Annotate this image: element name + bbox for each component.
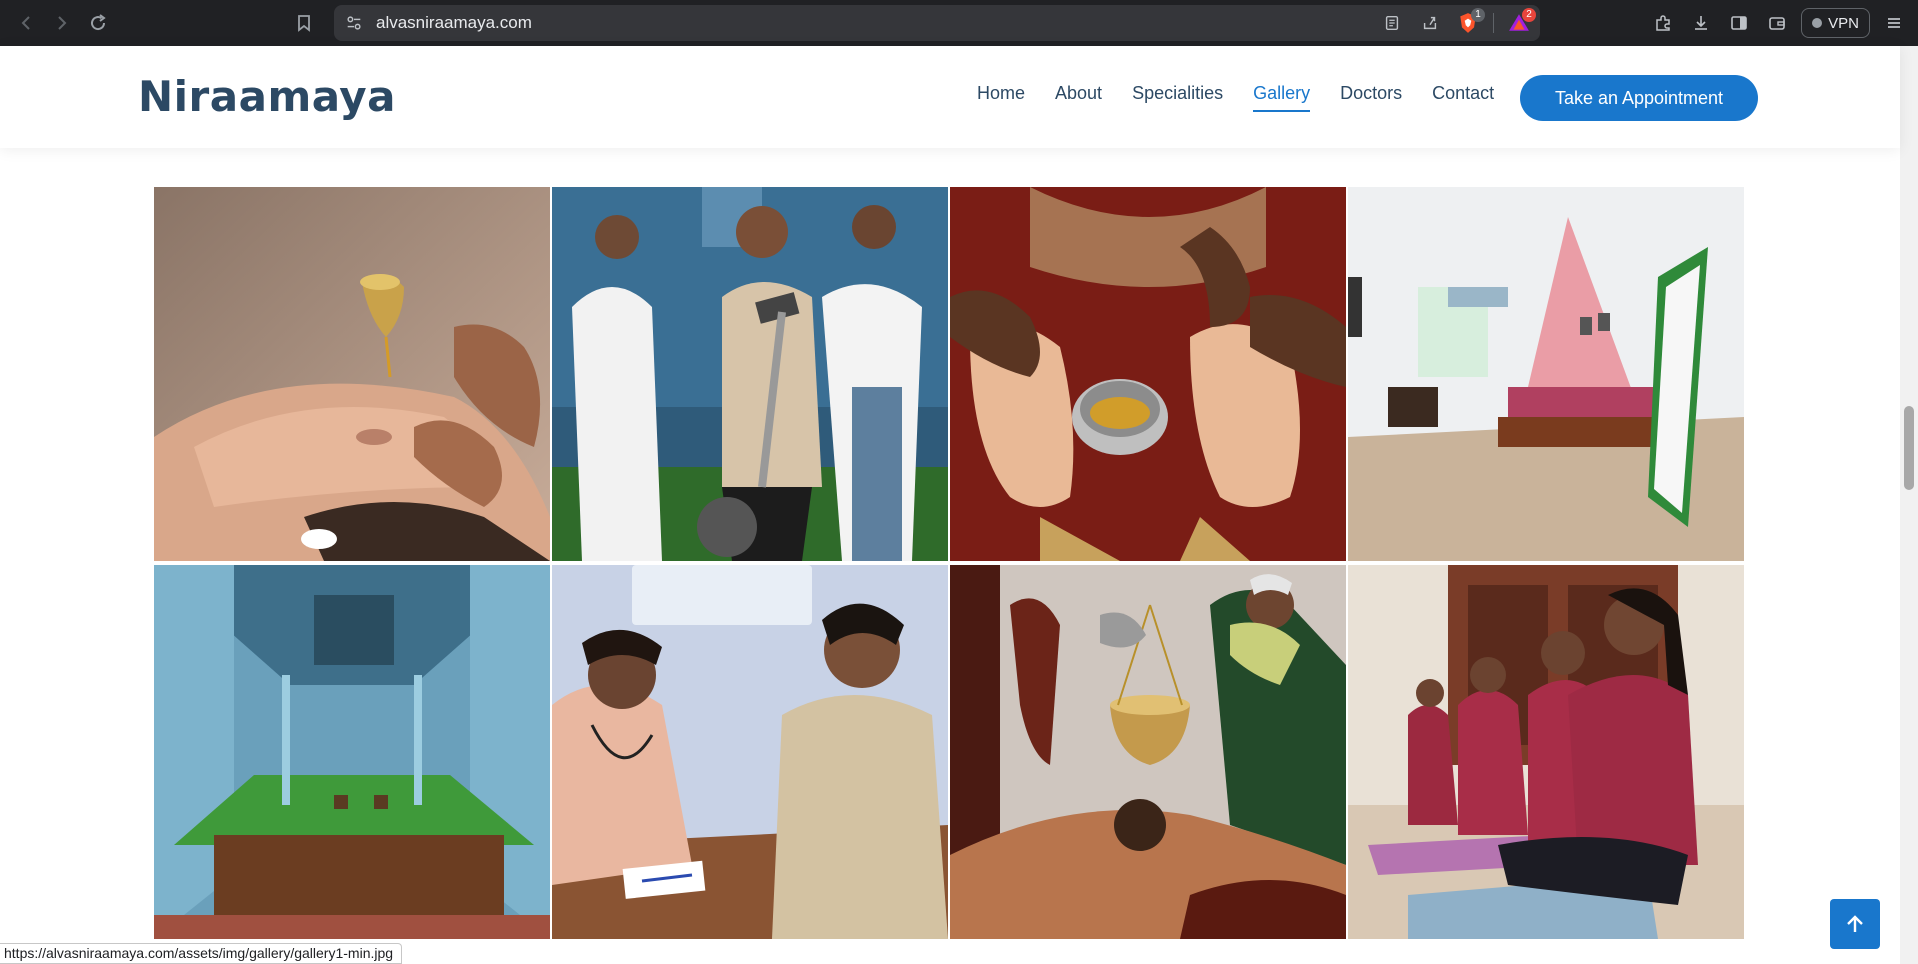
back-icon[interactable] [8,5,44,41]
vpn-button[interactable]: VPN [1801,8,1870,38]
gallery-item[interactable] [1348,187,1744,561]
bookmark-icon[interactable] [286,5,322,41]
foot-massage-photo [950,187,1346,561]
nav-contact[interactable]: Contact [1417,80,1509,116]
gallery-item[interactable] [552,565,948,939]
divider [1493,13,1494,33]
scrollbar-thumb[interactable] [1904,406,1914,490]
gallery-item[interactable] [1348,565,1744,939]
vpn-label: VPN [1828,14,1859,32]
patient-room-photo [1348,187,1744,561]
appointment-button[interactable]: Take an Appointment [1520,75,1758,121]
nasya-therapy-photo [154,187,550,561]
browser-toolbar: alvasniraamaya.com 1 2 VPN [0,0,1918,46]
gallery-grid [154,187,1744,939]
courtyard-corridor-photo [154,565,550,939]
page-scrollbar[interactable] [1900,46,1918,964]
wallet-icon[interactable] [1763,9,1791,37]
extensions-icon[interactable] [1649,9,1677,37]
share-icon[interactable] [1417,10,1443,36]
nav-doctors[interactable]: Doctors [1325,80,1417,116]
reload-icon[interactable] [80,5,116,41]
main-nav: Home About Specialities Gallery Doctors … [962,80,1509,116]
download-icon[interactable] [1687,9,1715,37]
nav-about[interactable]: About [1040,80,1117,116]
yoga-session-photo [1348,565,1744,939]
sidebar-icon[interactable] [1725,9,1753,37]
site-logo[interactable]: Niraamaya [138,72,396,121]
gallery-item[interactable] [154,565,550,939]
brave-rewards-icon[interactable]: 2 [1506,8,1536,36]
gallery-item[interactable] [950,187,1346,561]
vpn-status-icon [1812,18,1823,28]
address-bar[interactable]: alvasniraamaya.com 1 2 [334,5,1540,41]
shields-count-badge: 1 [1471,8,1485,22]
url-text[interactable]: alvasniraamaya.com [376,13,532,33]
menu-icon[interactable] [1880,9,1908,37]
back-to-top-button[interactable] [1830,899,1880,949]
physiotherapy-cycle-photo [552,187,948,561]
arrow-up-icon [1847,915,1863,932]
reader-mode-icon[interactable] [1379,10,1405,36]
nav-home[interactable]: Home [962,80,1040,116]
gallery-item[interactable] [950,565,1346,939]
status-bar-url: https://alvasniraamaya.com/assets/img/ga… [0,943,403,964]
site-header: Niraamaya Home About Specialities Galler… [0,46,1900,148]
doctor-consultation-photo [552,565,948,939]
forward-icon[interactable] [44,5,80,41]
nav-gallery[interactable]: Gallery [1238,80,1325,116]
gallery-item[interactable] [154,187,550,561]
nav-specialities[interactable]: Specialities [1117,80,1238,116]
site-settings-icon[interactable] [344,13,364,33]
shirodhara-therapy-photo [950,565,1346,939]
brave-shields-icon[interactable]: 1 [1455,8,1485,36]
gallery-item[interactable] [552,187,948,561]
rewards-count-badge: 2 [1522,8,1536,22]
